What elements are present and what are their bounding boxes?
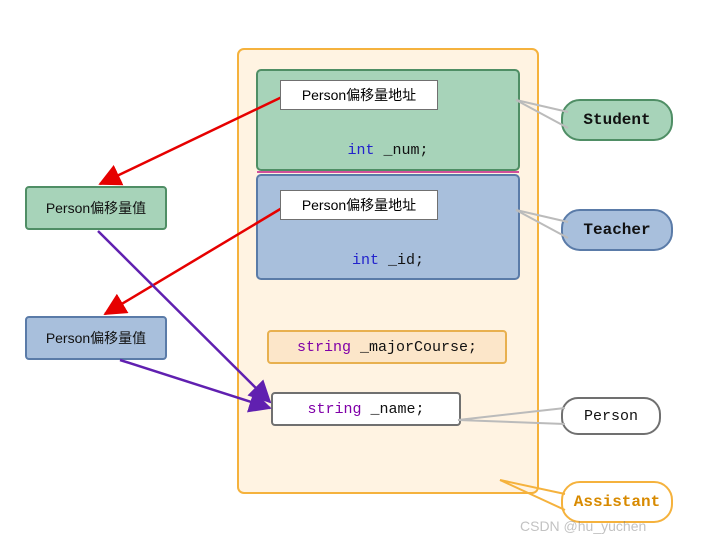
student-addr-label: Person偏移量地址 — [302, 85, 416, 105]
student-callout-label: Student — [562, 100, 672, 140]
student-addr-box: Person偏移量地址 — [280, 80, 438, 110]
student-callout-text: Student — [583, 111, 650, 129]
watermark-text: CSDN @hu_yuchen — [520, 518, 646, 534]
left-offset-green-text: Person偏移量值 — [46, 198, 146, 218]
left-offset-blue-text: Person偏移量值 — [46, 328, 146, 348]
teacher-member: int _id; int _id; — [257, 248, 519, 272]
teacher-addr-box: Person偏移量地址 — [280, 190, 438, 220]
person-callout-label: Person — [562, 398, 660, 434]
teacher-callout-text: Teacher — [583, 221, 650, 239]
watermark: CSDN @hu_yuchen — [520, 518, 646, 534]
person-callout-text: Person — [584, 408, 638, 425]
name-text: string _name; string _name; — [272, 393, 460, 425]
major-course-text: string _majorCourse; string _majorCourse… — [268, 331, 506, 363]
teacher-addr-label: Person偏移量地址 — [302, 195, 416, 215]
left-offset-green-label: Person偏移量值 — [26, 187, 166, 229]
assistant-callout-label: Assistant — [562, 482, 672, 522]
assistant-callout-text: Assistant — [574, 493, 660, 511]
teacher-callout-label: Teacher — [562, 210, 672, 250]
left-offset-blue-label: Person偏移量值 — [26, 317, 166, 359]
student-member: int int _num;_num; — [257, 138, 519, 162]
